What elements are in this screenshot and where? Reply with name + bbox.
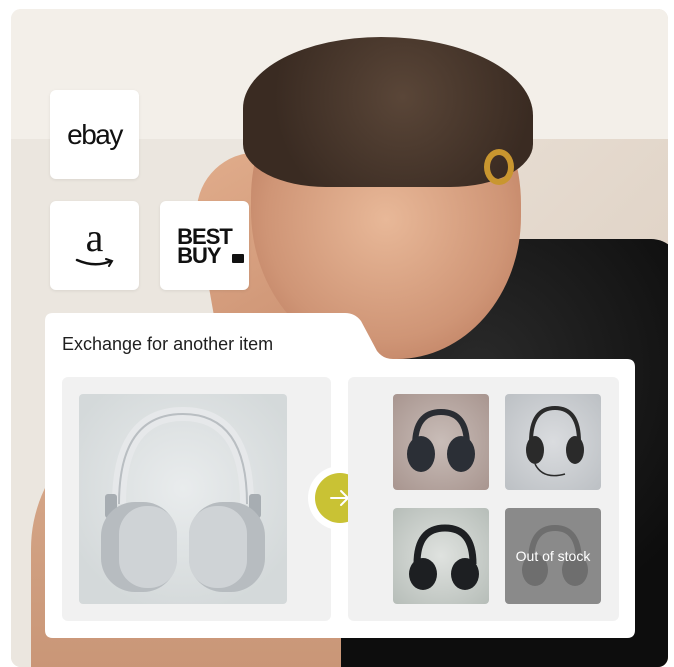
ebay-tile: ebay — [50, 90, 139, 179]
headphones-icon — [101, 406, 265, 592]
amazon-smile-icon — [75, 257, 113, 267]
earring-icon — [484, 149, 514, 185]
exchange-title: Exchange for another item — [62, 334, 274, 354]
amazon-logo-icon: a — [75, 217, 115, 268]
amazon-tile: a — [50, 201, 139, 290]
bestbuy-logo-icon: BEST BUY — [177, 225, 244, 266]
headphones-icon — [526, 405, 584, 477]
headphones-icon — [407, 408, 475, 472]
exchange-panel: Exchange for another item Out of stock — [45, 313, 635, 638]
original-item-image[interactable] — [79, 394, 287, 604]
bestbuy-tile: BEST BUY — [160, 201, 249, 290]
headphones-icon — [409, 524, 479, 590]
bestbuy-tag-icon — [231, 253, 244, 263]
alternative-item-2[interactable] — [505, 394, 601, 490]
alternatives-box: Out of stock — [348, 377, 619, 621]
out-of-stock-label: Out of stock — [515, 548, 591, 564]
alternative-item-3[interactable] — [393, 508, 489, 604]
original-item-box — [62, 377, 331, 621]
ebay-logo-icon: ebay — [67, 118, 123, 150]
amazon-logo-letter: a — [85, 214, 104, 260]
alternative-item-1[interactable] — [393, 394, 489, 490]
alternative-item-4-out-of-stock[interactable]: Out of stock — [505, 508, 601, 604]
